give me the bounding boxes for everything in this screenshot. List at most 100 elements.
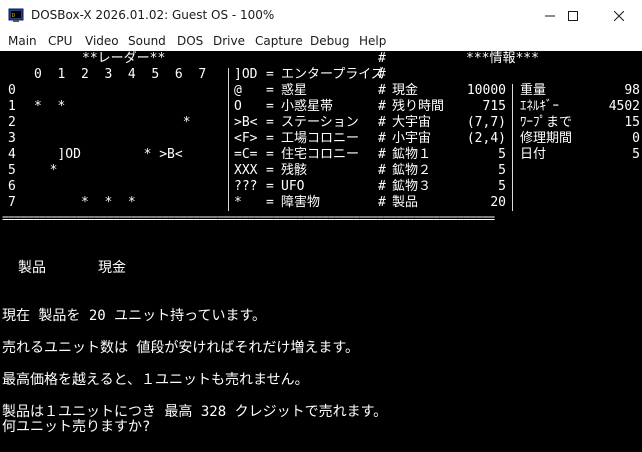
svg-text:D: D (12, 13, 15, 19)
menu-main[interactable]: Main (8, 34, 37, 48)
info-title: ***情報*** (466, 51, 539, 66)
divider-hash: # (378, 195, 386, 210)
trade-prompt[interactable]: 何ユニット売りますか? (2, 418, 150, 436)
info-value: 5 (632, 147, 640, 162)
menu-dos[interactable]: DOS (177, 34, 203, 48)
legend-symbol: * (234, 195, 242, 210)
info-column-border (512, 84, 513, 211)
divider-hash: # (378, 99, 386, 114)
divider-hash: # (378, 67, 386, 82)
trade-item-name: 製品 (18, 260, 46, 276)
divider-hash: # (378, 179, 386, 194)
radar-row-cells: * * (34, 99, 66, 114)
legend-symbol: XXX (234, 163, 258, 178)
legend-equals: = (266, 179, 274, 194)
legend-label: 惑星 (281, 83, 308, 98)
legend-equals: = (266, 163, 274, 178)
info-value: 4502 (608, 99, 640, 114)
menu-help[interactable]: Help (359, 34, 386, 48)
info-label: 製品 (392, 195, 419, 210)
legend-label: 住宅コロニー (281, 147, 360, 162)
info-value: 98 (624, 83, 640, 98)
info-value: 5 (498, 147, 506, 162)
legend-equals: = (266, 67, 274, 82)
legend-label: ステーション (281, 115, 359, 130)
dosbox-app-icon: D (8, 8, 24, 22)
legend-symbol: =C= (234, 147, 258, 162)
legend-left-border (228, 68, 229, 211)
radar-title: **レーダー** (82, 51, 166, 66)
divider-hash: # (378, 83, 386, 98)
radar-row-num: 4 (8, 147, 16, 162)
legend-equals: = (266, 147, 274, 162)
info-value: 715 (482, 99, 506, 114)
legend-label: 残骸 (281, 163, 308, 178)
radar-row-cells: * (34, 163, 58, 178)
maximize-icon (568, 10, 578, 21)
window-title: DOSBox-X 2026.01.02: Guest OS - 100% (31, 8, 275, 22)
legend-label: 工場コロニー (281, 131, 360, 146)
info-value: 5 (498, 163, 506, 178)
info-value: (7,7) (466, 115, 506, 130)
trade-message: 最高価格を越えると、１ユニットも売れません。 (2, 372, 309, 388)
radar-row-num: 7 (8, 195, 16, 210)
menu-sound[interactable]: Sound (128, 34, 166, 48)
window-titlebar[interactable]: D DOSBox-X 2026.01.02: Guest OS - 100% (0, 0, 642, 31)
info-label: 現金 (392, 83, 419, 98)
info-label: 小宇宙 (392, 131, 432, 146)
legend-symbol: ]OD (234, 67, 258, 82)
menu-cpu[interactable]: CPU (48, 34, 72, 48)
radar-row-num: 5 (8, 163, 16, 178)
info-label: 鉱物３ (392, 179, 432, 194)
legend-equals: = (266, 115, 274, 130)
menu-debug[interactable]: Debug (310, 34, 349, 48)
maximize-button[interactable] (550, 0, 596, 31)
info-label: 残り時間 (392, 99, 445, 114)
menu-drive[interactable]: Drive (213, 34, 245, 48)
info-value: 0 (632, 131, 640, 146)
menu-bar: Main CPU Video Sound DOS Drive Capture D… (0, 31, 642, 51)
info-value: 15 (624, 115, 640, 130)
legend-symbol: @ (234, 83, 242, 98)
info-label: 鉱物２ (392, 163, 432, 178)
legend-equals: = (266, 131, 274, 146)
info-value: 10000 (466, 83, 506, 98)
divider-hash: # (378, 51, 386, 66)
info-label: ﾜｰﾌﾟまで (520, 115, 573, 130)
legend-symbol: O (234, 99, 242, 114)
close-button[interactable] (596, 0, 642, 31)
radar-row-cells: ]OD * >B< (34, 147, 183, 162)
divider-hash: # (378, 131, 386, 146)
info-label: 大宇宙 (392, 115, 432, 130)
menu-capture[interactable]: Capture (255, 34, 303, 48)
legend-equals: = (266, 195, 274, 210)
info-label: 日付 (520, 147, 547, 162)
radar-column-header: 0 1 2 3 4 5 6 7 (34, 67, 207, 82)
info-value: 20 (490, 195, 506, 210)
info-label: ｴﾈﾙｷﾞｰ (520, 99, 559, 114)
legend-symbol: <F> (234, 131, 258, 146)
legend-label: 小惑星帯 (281, 99, 334, 114)
radar-row-num: 2 (8, 115, 16, 130)
dos-screen[interactable]: **レーダー** 0 1 2 3 4 5 6 7 0 1 2 3 4 5 6 7… (0, 51, 642, 452)
divider-hash: # (378, 147, 386, 162)
separator-line: ========================================… (2, 211, 495, 225)
legend-label: エンタープライズ (281, 67, 384, 82)
trade-currency-label: 現金 (98, 260, 126, 276)
divider-hash: # (378, 163, 386, 178)
legend-equals: = (266, 83, 274, 98)
legend-label: 障害物 (281, 195, 321, 210)
close-icon (614, 10, 624, 21)
radar-row-num: 0 (8, 83, 16, 98)
info-label: 鉱物１ (392, 147, 432, 162)
legend-symbol: ??? (234, 179, 258, 194)
radar-row-num: 6 (8, 179, 16, 194)
legend-symbol: >B< (234, 115, 258, 130)
legend-equals: = (266, 99, 274, 114)
menu-video[interactable]: Video (85, 34, 119, 48)
trade-message: 売れるユニット数は 値段が安ければそれだけ増えます。 (2, 340, 360, 356)
radar-row-num: 3 (8, 131, 16, 146)
radar-row-cells: * * * (34, 195, 136, 210)
info-label: 修理期間 (520, 131, 573, 146)
info-label: 重量 (520, 83, 547, 98)
